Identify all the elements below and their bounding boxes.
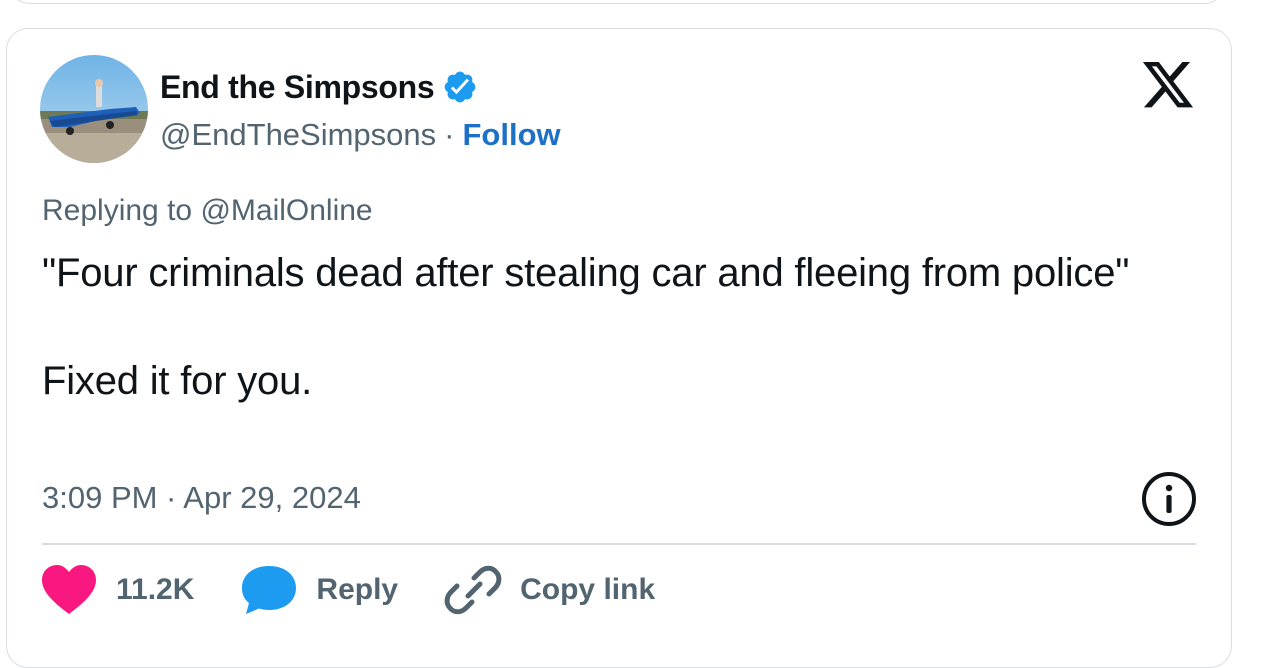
- action-divider: [42, 543, 1196, 545]
- previous-embed-card: [8, 0, 1226, 4]
- reply-bubble-icon: [242, 566, 297, 614]
- reply-button[interactable]: Reply: [240, 564, 398, 616]
- author-handle[interactable]: @EndTheSimpsons: [160, 117, 436, 153]
- like-count: 11.2K: [116, 573, 195, 606]
- follow-button[interactable]: Follow: [462, 117, 560, 153]
- replying-to-prefix: Replying to: [42, 194, 193, 227]
- info-icon[interactable]: [1140, 470, 1198, 528]
- link-icon: [444, 565, 502, 615]
- replying-to-line: Replying to @MailOnline: [42, 194, 373, 228]
- action-bar: 11.2K Reply Copy link: [40, 560, 701, 620]
- copy-link-label: Copy link: [520, 573, 656, 606]
- copy-link-button[interactable]: Copy link: [444, 564, 655, 616]
- verified-badge-icon: [444, 71, 476, 103]
- tweet-timestamp[interactable]: 3:09 PM · Apr 29, 2024: [42, 480, 361, 516]
- like-button[interactable]: 11.2K: [40, 564, 194, 616]
- separator-dot: ·: [444, 117, 455, 152]
- reply-label: Reply: [316, 573, 399, 606]
- x-logo-icon[interactable]: [1142, 62, 1194, 108]
- avatar[interactable]: [40, 55, 148, 163]
- author-handle-row: @EndTheSimpsons · Follow: [160, 114, 561, 156]
- tweet-text: "Four criminals dead after stealing car …: [42, 246, 1142, 408]
- tweet-text-line-2: Fixed it for you.: [42, 359, 313, 403]
- heart-icon: [42, 565, 96, 614]
- replying-to-mention[interactable]: @MailOnline: [200, 194, 372, 227]
- tweet-text-line-1: "Four criminals dead after stealing car …: [42, 251, 1130, 295]
- author-name-row: End the Simpsons: [160, 66, 478, 108]
- author-display-name[interactable]: End the Simpsons: [160, 69, 435, 106]
